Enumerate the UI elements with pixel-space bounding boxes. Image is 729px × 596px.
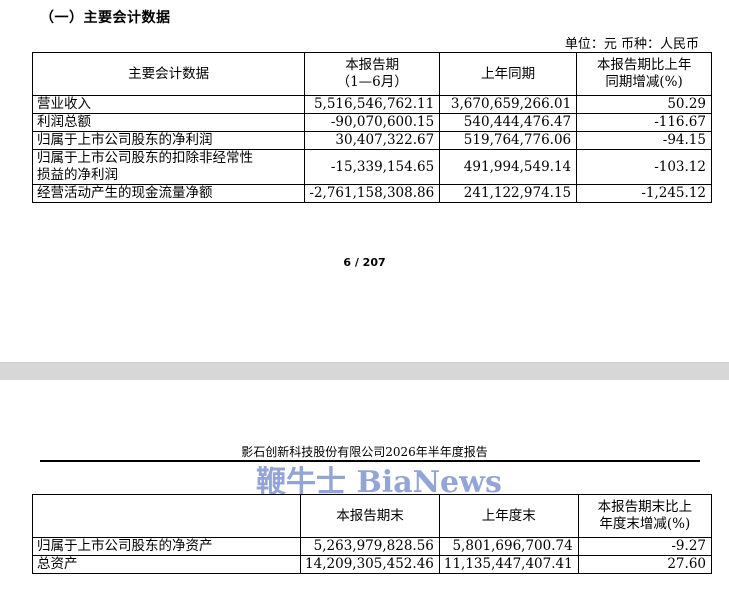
current-value: -15,339,154.65 — [304, 149, 441, 185]
row-label: 归属于上市公司股东的净利润 — [31, 131, 306, 150]
report-page-top: （一）主要会计数据 单位：元 币种：人民币 主要会计数据 本报告期 （1—6月）… — [0, 0, 729, 362]
change-value: -103.12 — [576, 149, 712, 185]
row-label: 营业收入 — [31, 95, 306, 114]
header-change: 本报告期比上年 同期增减(%) — [576, 52, 712, 96]
row-label: 归属于上市公司股东的净资产 — [31, 537, 302, 556]
change-value: -94.15 — [576, 131, 712, 150]
header-line: （1—6月） — [336, 74, 408, 90]
table-row: 营业收入 5,516,546,762.11 3,670,659,266.01 5… — [31, 95, 712, 114]
current-value: 5,516,546,762.11 — [304, 95, 441, 114]
change-value: 50.29 — [576, 95, 712, 114]
balance-sheet-data-table: 本报告期末 上年度末 本报告期末比上 年度末增减(%) 归属于上市公司股东的净资… — [31, 494, 713, 574]
header-prior-end: 上年度末 — [438, 494, 579, 538]
row-label: 总资产 — [31, 555, 302, 574]
header-change: 本报告期末比上 年度末增减(%) — [577, 494, 713, 538]
current-value: -90,070,600.15 — [304, 113, 441, 132]
header-line: 本报告期 — [345, 57, 400, 73]
prior-value: 241,122,974.15 — [439, 184, 578, 203]
change-value: -9.27 — [577, 537, 713, 556]
header-prior-period: 上年同期 — [439, 52, 578, 96]
table-header-row: 本报告期末 上年度末 本报告期末比上 年度末增减(%) — [31, 494, 713, 538]
table-header-row: 主要会计数据 本报告期 （1—6月） 上年同期 本报告期比上年 同期增减(%) — [31, 52, 712, 96]
section-title: （一）主要会计数据 — [40, 10, 171, 26]
unit-currency-line: 单位：元 币种：人民币 — [564, 37, 699, 52]
prior-value: 519,764,776.06 — [439, 131, 578, 150]
header-item: 主要会计数据 — [31, 52, 306, 96]
key-accounting-data-table: 主要会计数据 本报告期 （1—6月） 上年同期 本报告期比上年 同期增减(%) … — [31, 52, 712, 203]
table-row: 经营活动产生的现金流量净额 -2,761,158,308.86 241,122,… — [31, 184, 712, 203]
page-separator — [0, 362, 729, 381]
current-value: -2,761,158,308.86 — [304, 184, 441, 203]
table-row: 总资产 14,209,305,452.46 11,135,447,407.41 … — [31, 555, 713, 574]
header-line: 本报告期末比上 — [597, 499, 693, 515]
change-value: 27.60 — [577, 555, 713, 574]
row-label: 利润总额 — [31, 113, 306, 132]
current-value: 30,407,322.67 — [304, 131, 441, 150]
row-label-line: 损益的净利润 — [37, 167, 118, 183]
table-row: 归属于上市公司股东的扣除非经常性 损益的净利润 -15,339,154.65 4… — [31, 149, 712, 185]
header-line: 年度末增减(%) — [599, 516, 691, 532]
prior-value: 491,994,549.14 — [439, 149, 578, 185]
prior-value: 11,135,447,407.41 — [438, 555, 579, 574]
row-label: 归属于上市公司股东的扣除非经常性 损益的净利润 — [31, 149, 306, 185]
current-value: 14,209,305,452.46 — [300, 555, 440, 574]
header-item — [31, 494, 302, 538]
header-line: 本报告期比上年 — [596, 57, 692, 73]
header-current-end: 本报告期末 — [300, 494, 440, 538]
change-value: -116.67 — [576, 113, 712, 132]
change-value: -1,245.12 — [576, 184, 712, 203]
prior-value: 540,444,476.47 — [439, 113, 578, 132]
table-row: 归属于上市公司股东的净资产 5,263,979,828.56 5,801,696… — [31, 537, 713, 556]
page-number: 6 / 207 — [343, 256, 386, 269]
row-label-line: 归属于上市公司股东的扣除非经常性 — [37, 150, 253, 166]
table-row: 利润总额 -90,070,600.15 540,444,476.47 -116.… — [31, 113, 712, 132]
prior-value: 5,801,696,700.74 — [438, 537, 579, 556]
table-row: 归属于上市公司股东的净利润 30,407,322.67 519,764,776.… — [31, 131, 712, 150]
current-value: 5,263,979,828.56 — [300, 537, 440, 556]
header-current-period: 本报告期 （1—6月） — [304, 52, 441, 96]
row-label: 经营活动产生的现金流量净额 — [31, 184, 306, 203]
prior-value: 3,670,659,266.01 — [439, 95, 578, 114]
header-line: 同期增减(%) — [605, 74, 683, 90]
